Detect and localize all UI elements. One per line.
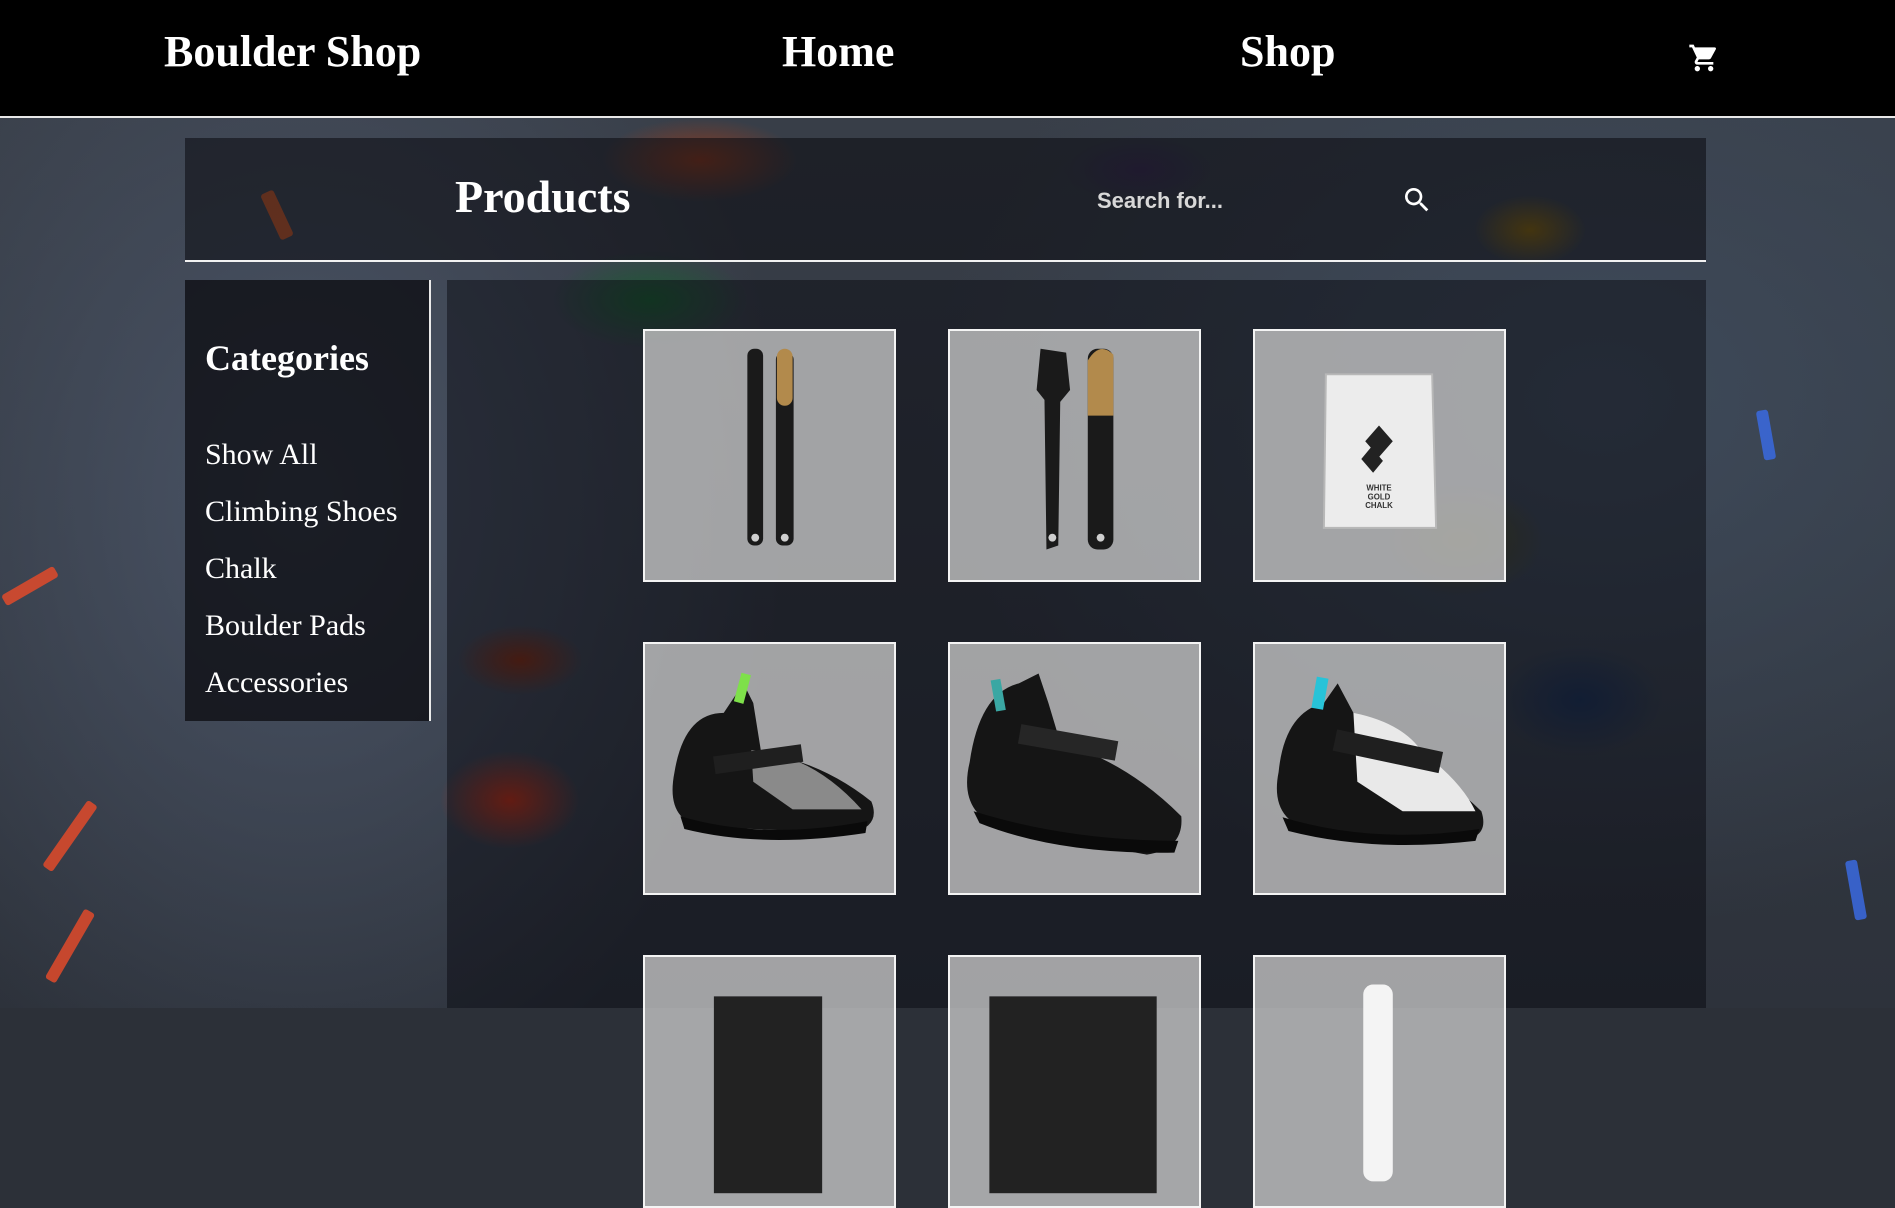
nav-home-link[interactable]: Home (782, 30, 894, 74)
product-card[interactable] (948, 955, 1201, 1208)
product-card[interactable] (948, 642, 1201, 895)
product-image (1363, 984, 1393, 1182)
category-accessories[interactable]: Accessories (205, 654, 398, 711)
brush-set-large-image (1036, 348, 1114, 550)
product-image (989, 996, 1157, 1194)
category-chalk[interactable]: Chalk (205, 540, 398, 597)
product-card[interactable] (643, 642, 896, 895)
category-show-all[interactable]: Show All (205, 426, 398, 483)
chalk-label-line-2: GOLD (1368, 492, 1391, 501)
shopping-cart-icon[interactable] (1688, 42, 1720, 74)
product-card[interactable]: WHITE GOLD CHALK (1253, 329, 1506, 582)
category-boulder-pads[interactable]: Boulder Pads (205, 597, 398, 654)
brush-set-small-image (747, 348, 794, 546)
page-title: Products (455, 171, 631, 222)
categories-list: Show All Climbing Shoes Chalk Boulder Pa… (205, 426, 398, 711)
product-card[interactable] (1253, 955, 1506, 1208)
climbing-shoe-green-image (672, 672, 874, 840)
climbing-shoe-white-image (1276, 676, 1484, 846)
brand-logo-link[interactable]: Boulder Shop (164, 30, 421, 74)
search-button[interactable] (1401, 184, 1433, 216)
search-icon (1401, 188, 1433, 219)
product-grid: WHITE GOLD CHALK (447, 280, 1706, 1208)
category-climbing-shoes[interactable]: Climbing Shoes (205, 483, 398, 540)
nav-shop-link[interactable]: Shop (1240, 30, 1335, 74)
climbing-shoe-black-image (967, 673, 1182, 855)
products-header: Products (185, 138, 1706, 262)
categories-sidebar: Categories Show All Climbing Shoes Chalk… (185, 280, 431, 721)
product-card[interactable] (948, 329, 1201, 582)
chalk-bag-image: WHITE GOLD CHALK (1322, 373, 1438, 529)
product-card[interactable] (643, 329, 896, 582)
product-card[interactable] (1253, 642, 1506, 895)
chalk-label-line-1: WHITE (1366, 483, 1391, 492)
categories-title: Categories (205, 338, 369, 378)
search-input[interactable] (1095, 182, 1399, 220)
chalk-label-line-3: CHALK (1365, 501, 1393, 510)
product-card[interactable] (643, 955, 896, 1208)
product-image (713, 996, 823, 1194)
top-navigation-bar: Boulder Shop Home Shop (0, 0, 1895, 118)
